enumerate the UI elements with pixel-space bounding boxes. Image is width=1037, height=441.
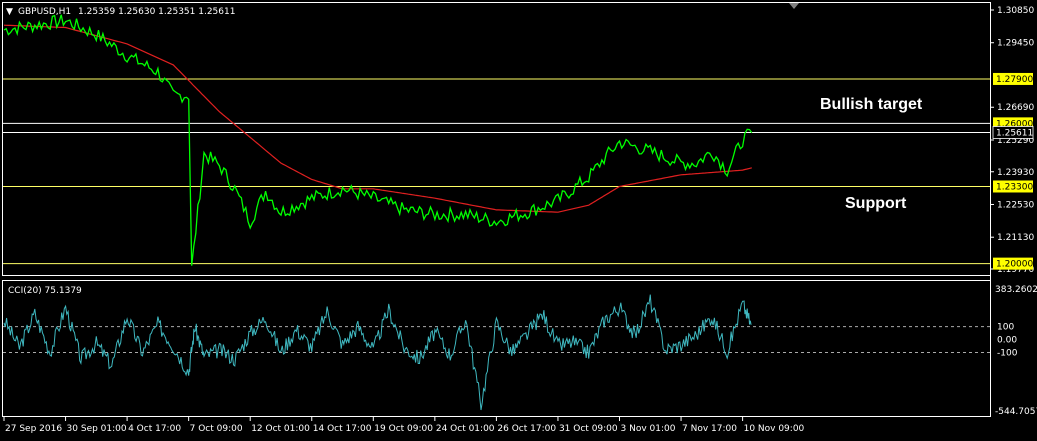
cci-min-label: -544.7057 [995, 407, 1037, 417]
level-label-2: 1.25611 [996, 128, 1033, 138]
x-tick-label-7: 24 Oct 01:00 [436, 424, 495, 434]
x-tick-label-5: 14 Oct 17:00 [313, 424, 372, 434]
x-tick-label-8: 26 Oct 17:00 [497, 424, 556, 434]
cci-level-label-1: 0.00 [997, 336, 1017, 346]
price-tick-label-5: 1.22530 [997, 200, 1034, 210]
price-tick-label-1: 1.29450 [997, 39, 1034, 49]
main-panel-frame [2, 2, 991, 276]
level-label-0: 1.27900 [996, 75, 1033, 85]
cci-label: CCI(20) 75.1379 [8, 286, 82, 296]
ohlc-label: 1.25359 1.25630 1.25351 1.25611 [78, 7, 235, 17]
cci-level-label-2: -100 [997, 348, 1018, 358]
level-label-4: 1.20000 [996, 260, 1033, 270]
price-tick-label-0: 1.30850 [997, 6, 1034, 16]
x-tick-label-4: 12 Oct 01:00 [251, 424, 310, 434]
x-tick-label-6: 19 Oct 09:00 [374, 424, 433, 434]
x-tick-label-11: 7 Nov 17:00 [682, 424, 737, 434]
symbol-label: GBPUSD,H1 [18, 7, 71, 17]
shift-marker-icon[interactable] [789, 3, 799, 9]
price-tick-label-4: 1.23930 [997, 168, 1034, 178]
price-line [3, 14, 753, 266]
x-tick-label-0: 27 Sep 2016 [5, 424, 62, 434]
x-tick-label-3: 7 Oct 09:00 [190, 424, 243, 434]
x-tick-label-9: 31 Oct 09:00 [559, 424, 618, 434]
annotation-support: Support [845, 195, 907, 212]
x-tick-label-2: 4 Oct 17:00 [128, 424, 181, 434]
cci-panel-frame [2, 280, 991, 417]
x-tick-label-1: 30 Sep 01:00 [67, 424, 127, 434]
annotation-bullish-target: Bullish target [820, 96, 923, 113]
price-tick-label-2: 1.26690 [997, 103, 1034, 113]
cci-level-label-0: 100 [997, 323, 1014, 333]
chevron-down-icon[interactable]: ▼ [6, 7, 13, 17]
level-label-3: 1.23300 [996, 182, 1033, 192]
price-chart[interactable]: ▼ GBPUSD,H1 1.25359 1.25630 1.25351 1.25… [0, 0, 1037, 441]
cci-max-label: 383.2602 [995, 285, 1037, 295]
x-tick-label-12: 10 Nov 09:00 [744, 424, 805, 434]
x-tick-label-10: 3 Nov 01:00 [621, 424, 676, 434]
ma-line [3, 24, 752, 213]
price-tick-label-6: 1.21130 [997, 233, 1034, 243]
